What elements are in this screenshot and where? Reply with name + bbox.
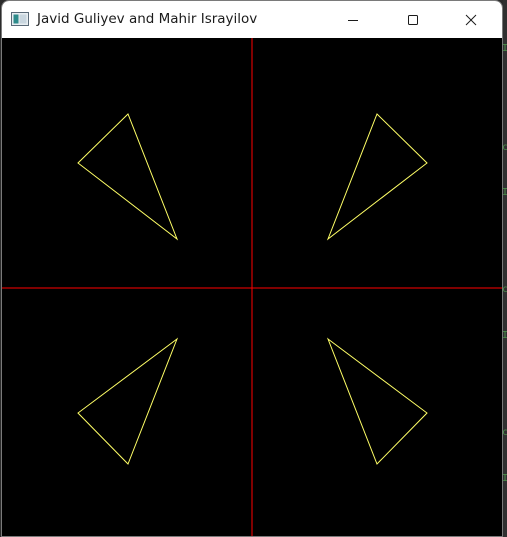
title-bar[interactable]: Javid Guliyev and Mahir Israyilov: [2, 1, 502, 38]
maximize-icon: [408, 14, 418, 25]
background-window-strip: [503, 0, 507, 537]
app-window: Javid Guliyev and Mahir Israyilov: [1, 0, 503, 537]
minimize-button[interactable]: [330, 1, 376, 38]
window-title: Javid Guliyev and Mahir Israyilov: [37, 11, 258, 27]
close-icon: [465, 14, 477, 25]
close-button[interactable]: [448, 1, 494, 38]
minimize-icon: [348, 19, 358, 21]
maximize-button[interactable]: [390, 1, 436, 38]
drawing-canvas[interactable]: [2, 38, 503, 537]
app-window-icon: [11, 12, 29, 26]
